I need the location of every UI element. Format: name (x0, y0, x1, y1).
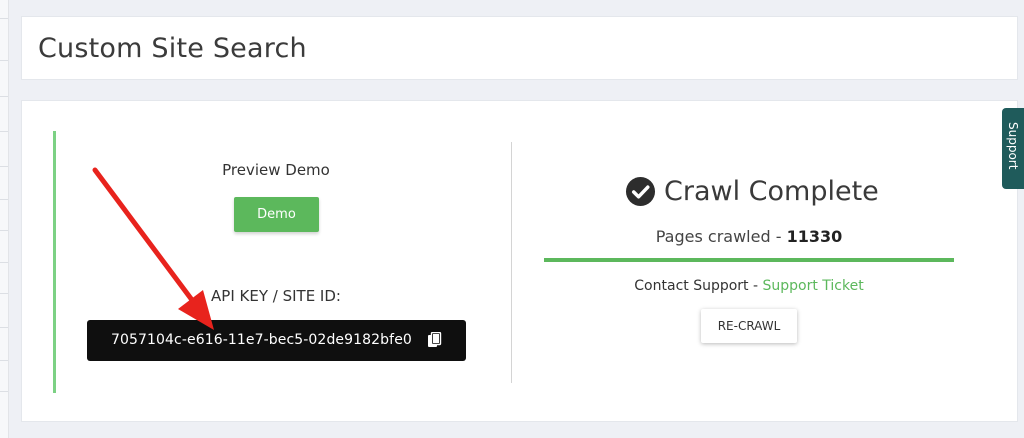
pages-crawled: Pages crawled - 11330 (544, 227, 954, 246)
api-key-box: 7057104c-e616-11e7-bec5-02de9182bfe0 (87, 320, 466, 361)
crawl-progress-bar (544, 258, 954, 262)
support-tab-label: Support (1006, 122, 1020, 170)
copy-icon[interactable] (427, 332, 443, 349)
page-header-card: Custom Site Search (21, 16, 1018, 80)
demo-button[interactable]: Demo (234, 197, 319, 232)
contact-support-label: Contact Support - (634, 278, 763, 294)
sidebar-divider (0, 18, 8, 19)
sidebar-divider (0, 391, 8, 392)
preview-demo-label: Preview Demo (222, 161, 330, 179)
recrawl-button[interactable]: RE-CRAWL (701, 309, 797, 343)
check-circle-icon (625, 176, 656, 206)
crawl-progress-fill (544, 258, 954, 262)
sidebar-divider (0, 230, 8, 231)
sidebar-divider (0, 262, 8, 263)
contact-support: Contact Support - Support Ticket (544, 278, 954, 294)
api-key-value[interactable]: 7057104c-e616-11e7-bec5-02de9182bfe0 (111, 332, 412, 348)
api-key-label: API KEY / SITE ID: (211, 287, 341, 305)
sidebar-divider (0, 327, 8, 328)
sidebar-divider (0, 96, 8, 97)
pages-crawled-label: Pages crawled - (655, 227, 787, 246)
crawl-status: Crawl Complete (625, 173, 879, 209)
crawl-status-title: Crawl Complete (664, 175, 879, 207)
sidebar-divider (0, 293, 8, 294)
sidebar-divider (0, 166, 8, 167)
sidebar-divider (0, 199, 8, 200)
support-ticket-link[interactable]: Support Ticket (763, 278, 864, 294)
left-sidebar-edge (0, 0, 9, 438)
support-tab[interactable]: Support (1002, 108, 1024, 189)
search-status-card: Preview Demo Demo API KEY / SITE ID: 705… (21, 100, 1018, 422)
pages-crawled-count: 11330 (786, 227, 843, 246)
column-divider (511, 142, 512, 383)
sidebar-divider (0, 360, 8, 361)
accent-bar (53, 131, 56, 393)
page-title: Custom Site Search (38, 33, 307, 64)
sidebar-divider (0, 60, 8, 61)
sidebar-divider (0, 131, 8, 132)
